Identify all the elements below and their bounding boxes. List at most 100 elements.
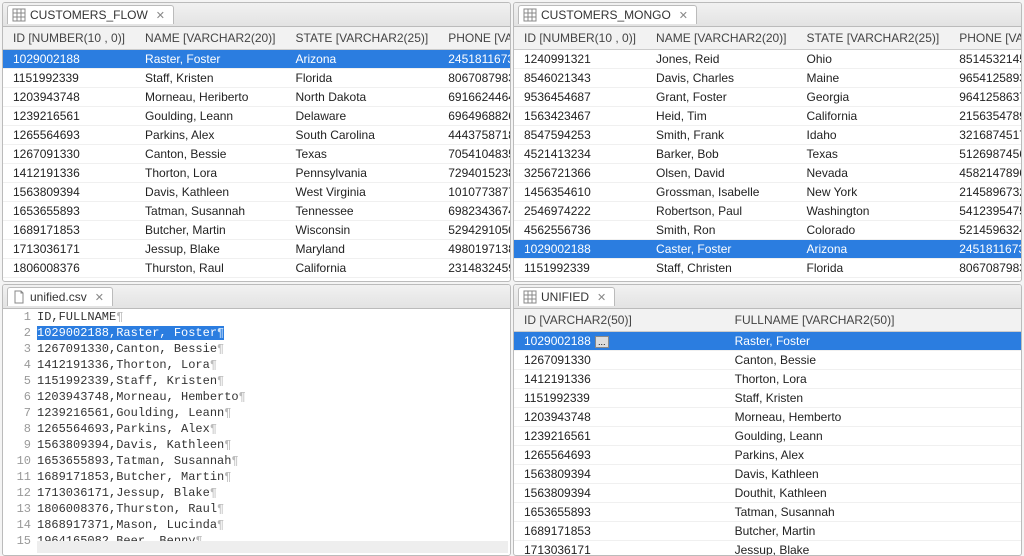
cell[interactable]: 2156354789	[949, 107, 1021, 126]
table-flow[interactable]: ID [NUMBER(10 , 0)] NAME [VARCHAR2(20)] …	[3, 27, 510, 281]
cell[interactable]: 1029002188	[3, 50, 135, 69]
cell[interactable]: Parkins, Alex	[725, 446, 1021, 465]
cell[interactable]: 4443758718	[438, 126, 510, 145]
tab-unified[interactable]: UNIFIED ✕	[518, 287, 615, 306]
editor-line[interactable]: 71239216561,Goulding, Leann¶	[3, 405, 510, 421]
cell[interactable]: 2145896732	[949, 183, 1021, 202]
editor-line[interactable]: 141868917371,Mason, Lucinda¶	[3, 517, 510, 533]
cell[interactable]: 1563809394	[514, 465, 725, 484]
cell[interactable]: 2314832459	[438, 259, 510, 278]
table-row[interactable]: 3256721366Olsen, DavidNevada4582147896	[514, 164, 1021, 183]
cell[interactable]: 1806008376	[3, 259, 135, 278]
line-text[interactable]: 1203943748,Morneau, Hemberto¶	[37, 390, 246, 404]
table-row[interactable]: 1203943748Morneau, HembertoNorth Dakota6…	[514, 278, 1021, 282]
table-row[interactable]: 1151992339Staff, Kristen	[514, 389, 1021, 408]
cell[interactable]: 1151992339	[3, 69, 135, 88]
cell[interactable]: 8067087983	[438, 69, 510, 88]
cell[interactable]: 5294291050	[438, 221, 510, 240]
cell[interactable]: 1203943748	[514, 408, 725, 427]
cell[interactable]: Barker, Bob	[646, 145, 796, 164]
cell[interactable]: 1868917371	[3, 278, 135, 282]
cell[interactable]: Thorton, Lora	[135, 164, 285, 183]
cell[interactable]: 1412191336	[514, 370, 725, 389]
cell[interactable]: Goulding, Leann	[725, 427, 1021, 446]
cell[interactable]: 8067087983	[949, 259, 1021, 278]
cell[interactable]: 6982343674	[438, 202, 510, 221]
cell[interactable]: Thorton, Lora	[725, 370, 1021, 389]
cell[interactable]: 5214596324	[949, 221, 1021, 240]
cell[interactable]: Grossman, Isabelle	[646, 183, 796, 202]
table-row[interactable]: 2546974222Robertson, PaulWashington54123…	[514, 202, 1021, 221]
line-text[interactable]: 1412191336,Thorton, Lora¶	[37, 358, 217, 372]
cell[interactable]: 6916624464	[438, 88, 510, 107]
table-row[interactable]: 1868917371Mason, LucindaKentucky34751528…	[3, 278, 510, 282]
cell[interactable]: 2451811673	[438, 50, 510, 69]
cell[interactable]: 4562556736	[514, 221, 646, 240]
table-row[interactable]: 4521413234Barker, BobTexas5126987456	[514, 145, 1021, 164]
cell[interactable]: 9641258637	[949, 88, 1021, 107]
text-editor[interactable]: 1ID,FULLNAME¶21029002188,Raster, Foster¶…	[3, 309, 510, 555]
table-row[interactable]: 1713036171Jessup, Blake	[514, 541, 1021, 556]
cell[interactable]: Washington	[797, 202, 950, 221]
table-row[interactable]: 1456354610Grossman, IsabelleNew York2145…	[514, 183, 1021, 202]
cell[interactable]: 1653655893	[3, 202, 135, 221]
cell[interactable]: Jones, Reid	[646, 50, 796, 69]
cell[interactable]: Olsen, David	[646, 164, 796, 183]
cell[interactable]: 8547594253	[514, 126, 646, 145]
cell[interactable]: Goulding, Leann	[135, 107, 285, 126]
cell[interactable]: Davis, Charles	[646, 69, 796, 88]
cell-editor-icon[interactable]: ...	[595, 336, 609, 348]
cell[interactable]: Grant, Foster	[646, 88, 796, 107]
col-name[interactable]: NAME [VARCHAR2(20)]	[646, 27, 796, 50]
editor-line[interactable]: 41412191336,Thorton, Lora¶	[3, 357, 510, 373]
cell[interactable]: 1267091330	[514, 351, 725, 370]
cell[interactable]: California	[797, 107, 950, 126]
tab-customers-mongo[interactable]: CUSTOMERS_MONGO ✕	[518, 5, 697, 24]
editor-line[interactable]: 91563809394,Davis, Kathleen¶	[3, 437, 510, 453]
cell[interactable]: 6964968826	[438, 107, 510, 126]
cell[interactable]: Texas	[286, 145, 439, 164]
cell[interactable]: Raster, Foster	[725, 332, 1021, 351]
editor-line[interactable]: 131806008376,Thurston, Raul¶	[3, 501, 510, 517]
editor-line[interactable]: 121713036171,Jessup, Blake¶	[3, 485, 510, 501]
editor-line[interactable]: 111689171853,Butcher, Martin¶	[3, 469, 510, 485]
cell[interactable]: West Virginia	[286, 183, 439, 202]
col-state[interactable]: STATE [VARCHAR2(25)]	[797, 27, 950, 50]
table-row[interactable]: 1563809394Davis, KathleenWest Virginia10…	[3, 183, 510, 202]
cell[interactable]: New York	[797, 183, 950, 202]
cell[interactable]: 1203943748	[514, 278, 646, 282]
cell[interactable]: 8514532145	[949, 50, 1021, 69]
editor-line[interactable]: 21029002188,Raster, Foster¶	[3, 325, 510, 341]
cell[interactable]: North Dakota	[286, 88, 439, 107]
table-row[interactable]: 1563809394Douthit, Kathleen	[514, 484, 1021, 503]
line-text[interactable]: 1713036171,Jessup, Blake¶	[37, 486, 217, 500]
col-phone[interactable]: PHONE [VARCHAR2(10)]	[949, 27, 1021, 50]
cell[interactable]: Tatman, Susannah	[725, 503, 1021, 522]
cell[interactable]: Butcher, Martin	[725, 522, 1021, 541]
cell[interactable]: 1563809394	[514, 484, 725, 503]
cell[interactable]: 5126987456	[949, 145, 1021, 164]
cell[interactable]: Staff, Kristen	[725, 389, 1021, 408]
cell[interactable]: 4582147896	[949, 164, 1021, 183]
cell[interactable]: Morneau, Heriberto	[135, 88, 285, 107]
cell[interactable]: Raster, Foster	[135, 50, 285, 69]
line-text[interactable]: 1868917371,Mason, Lucinda¶	[37, 518, 224, 532]
line-text[interactable]: 1653655893,Tatman, Susannah¶	[37, 454, 239, 468]
cell[interactable]: 9536454687	[514, 88, 646, 107]
col-id[interactable]: ID [VARCHAR2(50)]	[514, 309, 725, 332]
table-row[interactable]: 1203943748Morneau, Hemberto	[514, 408, 1021, 427]
editor-line[interactable]: 61203943748,Morneau, Hemberto¶	[3, 389, 510, 405]
cell[interactable]: Pennsylvania	[286, 164, 439, 183]
cell[interactable]: 1713036171	[3, 240, 135, 259]
cell[interactable]: 3216874517	[949, 126, 1021, 145]
cell[interactable]: Wisconsin	[286, 221, 439, 240]
cell[interactable]: 1239216561	[3, 107, 135, 126]
cell[interactable]: Robertson, Paul	[646, 202, 796, 221]
cell[interactable]: 1563423467	[514, 107, 646, 126]
cell[interactable]: 7294015238	[438, 164, 510, 183]
cell[interactable]: Canton, Bessie	[725, 351, 1021, 370]
editor-line[interactable]: 101653655893,Tatman, Susannah¶	[3, 453, 510, 469]
cell[interactable]: 1240991321	[514, 50, 646, 69]
table-row[interactable]: 4562556736Smith, RonColorado5214596324	[514, 221, 1021, 240]
table-row[interactable]: 1239216561Goulding, LeannDelaware6964968…	[3, 107, 510, 126]
